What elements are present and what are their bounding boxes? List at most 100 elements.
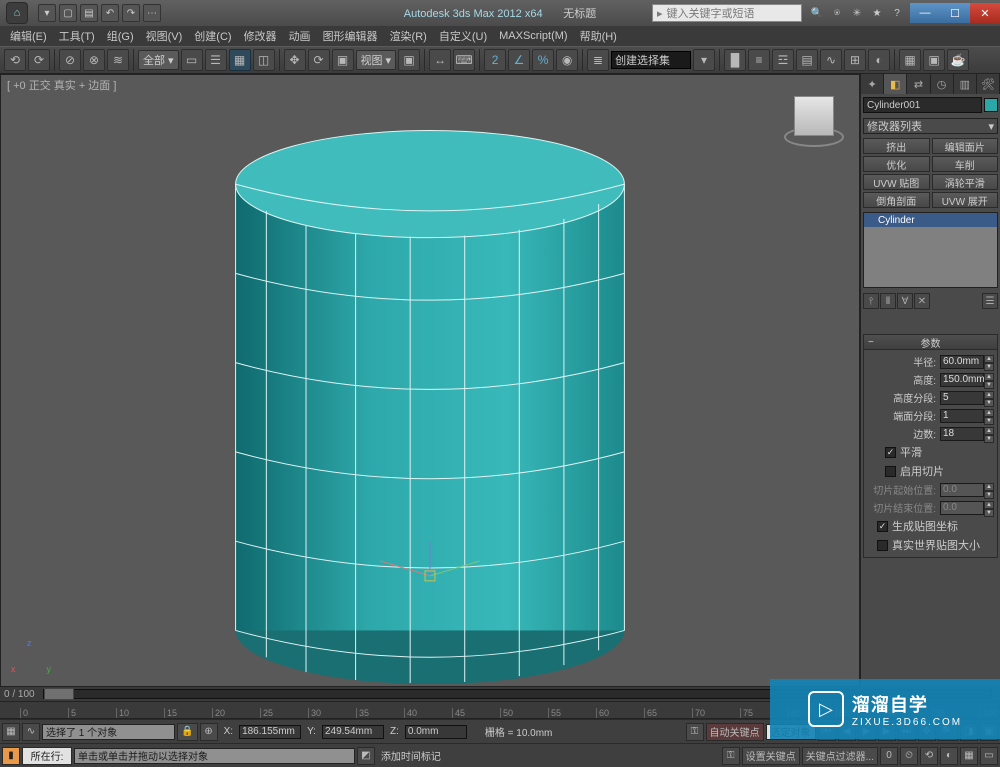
selection-filter-dropdown[interactable]: 全部▾ [138,50,179,70]
select-manipulate-icon[interactable]: ↔ [429,49,451,71]
menu-[interactable]: 动画 [283,26,317,46]
infocenter-help-icon[interactable]: ? [888,5,906,21]
nav-region-zoom-icon[interactable]: ▭ [980,747,998,765]
menu-[interactable]: 修改器 [238,26,283,46]
mirror-icon[interactable]: ▐▌ [724,49,746,71]
modifier-button-2[interactable]: 优化 [863,156,930,172]
window-maximize-button[interactable]: ☐ [940,3,970,23]
modifier-button-6[interactable]: 倒角剖面 [863,192,930,208]
set-key-button[interactable]: 设置关键点 [742,747,800,765]
modifier-list-dropdown[interactable]: 修改器列表▾ [863,118,998,134]
remove-modifier-icon[interactable]: ✕ [914,293,930,309]
infocenter-signin-icon[interactable]: ⍟ [828,5,846,21]
cap-segs-spinner[interactable]: 1▲▼ [940,409,994,423]
render-setup-icon[interactable]: ▦ [899,49,921,71]
modifier-button-4[interactable]: UVW 贴图 [863,174,930,190]
window-minimize-button[interactable]: — [910,3,940,23]
help-search-input[interactable]: ▸键入关键字或短语 [652,4,802,22]
menu-v[interactable]: 视图(V) [140,26,189,46]
edit-named-sel-icon[interactable]: ≣ [587,49,609,71]
modifier-button-3[interactable]: 车削 [932,156,999,172]
object-name-field[interactable]: Cylinder001 [863,97,982,113]
select-scale-icon[interactable]: ▣ [332,49,354,71]
select-rotate-icon[interactable]: ⟳ [308,49,330,71]
spinner-snap-icon[interactable]: ◉ [556,49,578,71]
rw-size-checkbox[interactable] [877,540,888,551]
unlink-icon[interactable]: ⊗ [83,49,105,71]
snap-2d-icon[interactable]: 2 [484,49,506,71]
snap-percent-icon[interactable]: % [532,49,554,71]
undo-icon[interactable]: ⟲ [4,49,26,71]
nav-max-toggle-icon[interactable]: ▦ [960,747,978,765]
nav-orbit-icon[interactable]: ⟲ [920,747,938,765]
coord-x-field[interactable]: 186.155mm [239,725,301,739]
show-end-result-icon[interactable]: Ⅱ [880,293,896,309]
nav-walk-icon[interactable]: ◐ [940,747,958,765]
tab-modify-icon[interactable]: ◧ [884,74,907,94]
auto-key-button[interactable]: 自动关键点 [706,723,764,741]
graphite-icon[interactable]: ▤ [796,49,818,71]
menu-g[interactable]: 组(G) [101,26,140,46]
modifier-stack[interactable]: Cylinder [863,212,998,288]
menu-[interactable]: 图形编辑器 [317,26,384,46]
height-spinner[interactable]: 150.0mm▲▼ [940,373,994,387]
infocenter-search-icon[interactable]: 🔍 [808,5,826,21]
align-icon[interactable]: ≡ [748,49,770,71]
maxscript-listener-icon[interactable]: ▮ [2,747,20,765]
menu-r[interactable]: 渲染(R) [384,26,433,46]
radius-spinner[interactable]: 60.0mm▲▼ [940,355,994,369]
material-editor-icon[interactable]: ◐ [868,49,890,71]
key-mode-icon[interactable]: ⚿ [686,723,704,741]
smooth-checkbox[interactable]: ✓ [885,447,896,458]
rendered-frame-icon[interactable]: ▣ [923,49,945,71]
modifier-button-5[interactable]: 涡轮平滑 [932,174,999,190]
app-icon[interactable]: ⌂ [6,2,28,24]
tab-display-icon[interactable]: ▥ [954,74,977,94]
ref-coord-dropdown[interactable]: 视图▾ [356,50,397,70]
qat-open-icon[interactable]: ▢ [59,4,77,22]
mini-curve-icon[interactable]: ∿ [22,723,40,741]
select-by-name-icon[interactable]: ☰ [205,49,227,71]
key-filters-button[interactable]: 关键点过滤器... [802,747,878,765]
tab-motion-icon[interactable]: ◷ [931,74,954,94]
sides-spinner[interactable]: 18▲▼ [940,427,994,441]
named-sel-drop-icon[interactable]: ▾ [693,49,715,71]
window-close-button[interactable]: ✕ [970,3,1000,23]
make-unique-icon[interactable]: ∀ [897,293,913,309]
set-key-large-icon[interactable]: ⚿ [722,747,740,765]
curve-editor-icon[interactable]: ∿ [820,49,842,71]
track-bar-toggle-icon[interactable]: ▦ [2,723,20,741]
coord-y-field[interactable]: 249.54mm [322,725,384,739]
bind-space-warp-icon[interactable]: ≋ [107,49,129,71]
menu-h[interactable]: 帮助(H) [574,26,623,46]
modifier-button-7[interactable]: UVW 展开 [932,192,999,208]
menu-c[interactable]: 创建(C) [188,26,237,46]
select-move-icon[interactable]: ✥ [284,49,306,71]
link-icon[interactable]: ⊘ [59,49,81,71]
select-object-icon[interactable]: ▭ [181,49,203,71]
keyboard-shortcut-icon[interactable]: ⌨ [453,49,475,71]
qat-more-icon[interactable]: ⋯ [143,4,161,22]
viewport-label[interactable]: [ +0 正交 真实 + 边面 ] [7,77,116,93]
time-config-icon[interactable]: 0 [880,747,898,765]
rollout-parameters-header[interactable]: 参数 [863,334,998,350]
add-time-tag[interactable]: 添加时间标记 [377,748,445,763]
qat-new-icon[interactable]: ▾ [38,4,56,22]
select-region-icon[interactable]: ▦ [229,49,251,71]
coord-z-field[interactable]: 0.0mm [405,725,467,739]
menu-maxscriptm[interactable]: MAXScript(M) [493,28,573,44]
tab-utilities-icon[interactable]: 🛠 [977,74,1000,94]
qat-undo-icon[interactable]: ↶ [101,4,119,22]
infocenter-exchange-icon[interactable]: ✳ [848,5,866,21]
pin-stack-icon[interactable]: ⫯ [863,293,879,309]
infocenter-fav-icon[interactable]: ★ [868,5,886,21]
transform-type-in-icon[interactable]: ⊕ [200,723,218,741]
render-production-icon[interactable]: ☕ [947,49,969,71]
selection-lock-icon[interactable]: 🔒 [177,723,197,741]
slice-on-checkbox[interactable] [885,466,896,477]
redo-icon[interactable]: ⟳ [28,49,50,71]
named-selection-sets-dropdown[interactable]: 创建选择集 [611,51,691,69]
menu-t[interactable]: 工具(T) [53,26,101,46]
qat-redo-icon[interactable]: ↷ [122,4,140,22]
gen-uv-checkbox[interactable]: ✓ [877,521,888,532]
